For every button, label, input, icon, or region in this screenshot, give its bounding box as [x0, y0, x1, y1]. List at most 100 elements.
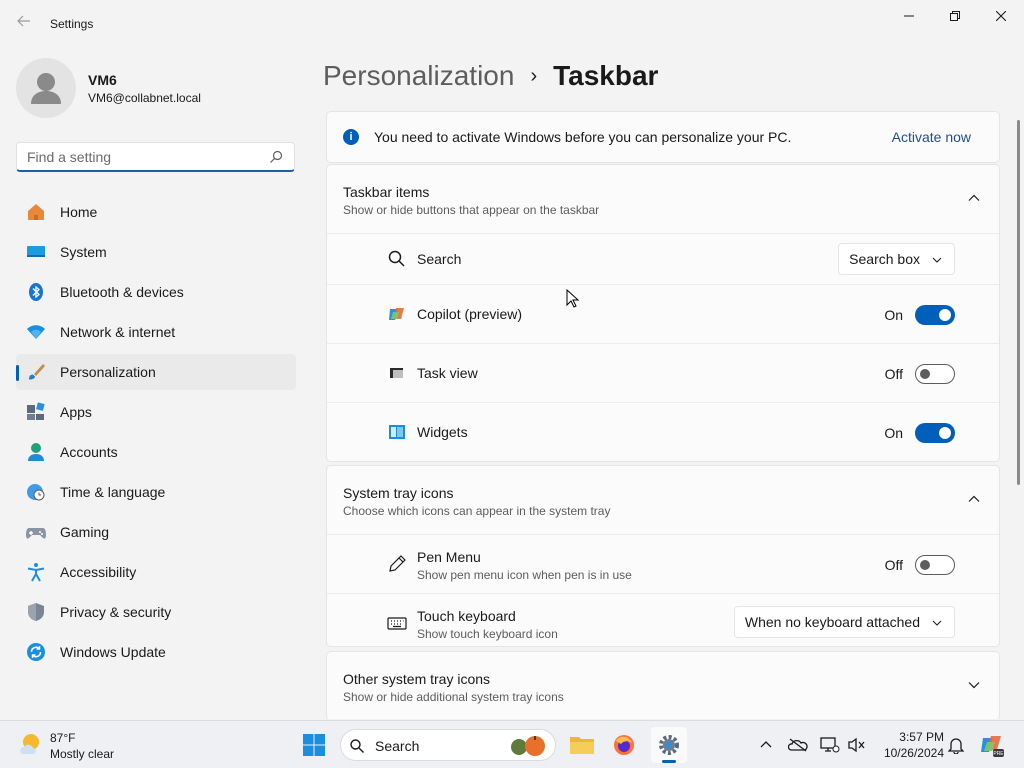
- sidebar-item-label: Privacy & security: [60, 604, 172, 620]
- widgets-toggle[interactable]: [915, 423, 955, 443]
- chevron-down-icon: [932, 257, 942, 263]
- sidebar-item-label: Apps: [60, 404, 92, 420]
- sidebar-item-label: Accounts: [60, 444, 118, 460]
- section-title: System tray icons: [343, 485, 454, 501]
- section-title: Other system tray icons: [343, 671, 491, 687]
- mouse-cursor-icon: [566, 289, 580, 308]
- sidebar-item-bluetooth[interactable]: Bluetooth & devices: [16, 274, 296, 310]
- sidebar-item-home[interactable]: Home: [16, 194, 296, 230]
- main-content: i You need to activate Windows before yo…: [326, 111, 1000, 719]
- pen-menu-toggle[interactable]: [915, 555, 955, 575]
- taskbar-items-header[interactable]: Taskbar items Show or hide buttons that …: [327, 165, 999, 233]
- back-arrow-icon[interactable]: [12, 12, 36, 36]
- system-tray-header[interactable]: System tray icons Choose which icons can…: [327, 466, 999, 534]
- maximize-button[interactable]: [932, 0, 978, 32]
- chevron-down-icon[interactable]: [967, 678, 981, 692]
- copilot-toggle[interactable]: [915, 305, 955, 325]
- search-row: Search Search box: [327, 233, 999, 284]
- accessibility-icon: [27, 563, 45, 582]
- sidebar-item-label: Personalization: [60, 364, 156, 380]
- system-icon: [27, 246, 45, 257]
- windows-logo-icon: [303, 734, 325, 756]
- toggle-state-text: Off: [884, 557, 903, 573]
- close-button[interactable]: [978, 0, 1024, 32]
- chevron-up-icon[interactable]: [967, 492, 981, 506]
- user-profile[interactable]: VM6 VM6@collabnet.local: [16, 56, 296, 120]
- chevron-up-icon[interactable]: [967, 191, 981, 205]
- widgets-label: Widgets: [417, 424, 468, 440]
- clock-date: 10/26/2024: [883, 746, 944, 760]
- sidebar-item-personalization[interactable]: Personalization: [16, 354, 296, 390]
- sidebar-item-windows-update[interactable]: Windows Update: [16, 634, 296, 670]
- pen-menu-label: Pen Menu: [417, 549, 481, 565]
- taskbar-search[interactable]: Search: [340, 729, 556, 761]
- minimize-button[interactable]: [886, 0, 932, 32]
- sidebar-item-system[interactable]: System: [16, 234, 296, 270]
- copilot-label: Copilot (preview): [417, 306, 523, 322]
- find-setting-search[interactable]: [16, 142, 295, 172]
- taskbar-clock[interactable]: 3:57 PM 10/26/2024: [872, 729, 944, 761]
- search-mode-dropdown[interactable]: Search box: [838, 243, 955, 275]
- sidebar-item-network[interactable]: Network & internet: [16, 314, 296, 350]
- sidebar-item-label: Bluetooth & devices: [60, 284, 184, 300]
- moon-cloud-icon: [20, 734, 39, 754]
- breadcrumb-parent[interactable]: Personalization: [323, 60, 514, 92]
- file-explorer-button[interactable]: [564, 727, 600, 763]
- title-bar: Settings: [0, 0, 1024, 48]
- sidebar-item-time-language[interactable]: Time & language: [16, 474, 296, 510]
- firefox-button[interactable]: [606, 727, 642, 763]
- notification-button[interactable]: [944, 733, 968, 757]
- touch-keyboard-row: Touch keyboard Show touch keyboard icon …: [327, 593, 999, 646]
- breadcrumb-separator: ›: [530, 64, 538, 87]
- copilot-taskbar-button[interactable]: PRE: [978, 731, 1006, 759]
- weather-widget[interactable]: 87°F Mostly clear: [16, 729, 136, 761]
- toggle-state-text: On: [884, 425, 903, 441]
- speaker-muted-icon: [848, 737, 865, 753]
- settings-taskbar-button[interactable]: [651, 727, 687, 763]
- pen-icon: [389, 555, 406, 572]
- sidebar-item-apps[interactable]: Apps: [16, 394, 296, 430]
- search-input[interactable]: [27, 148, 267, 166]
- gear-icon: [659, 735, 679, 755]
- start-button[interactable]: [296, 727, 332, 763]
- svg-text:PRE: PRE: [993, 751, 1004, 757]
- section-subtitle: Choose which icons can appear in the sys…: [343, 504, 611, 518]
- bluetooth-icon: [29, 283, 43, 301]
- task-view-label: Task view: [417, 365, 478, 381]
- user-email: VM6@collabnet.local: [88, 91, 201, 105]
- chevron-up-icon: [760, 741, 772, 748]
- activate-now-link[interactable]: Activate now: [892, 129, 971, 145]
- touch-keyboard-label: Touch keyboard: [417, 608, 516, 624]
- update-icon: [27, 643, 45, 661]
- sidebar-item-label: Time & language: [60, 484, 166, 500]
- toggle-state-text: On: [884, 307, 903, 323]
- accounts-icon: [28, 443, 44, 461]
- other-tray-header[interactable]: Other system tray icons Show or hide add…: [327, 652, 999, 719]
- sidebar-item-label: Windows Update: [60, 644, 166, 660]
- search-icon: [270, 150, 283, 163]
- scrollbar[interactable]: [1017, 120, 1020, 485]
- sidebar-nav: Home System Bluetooth & devices Network …: [16, 194, 296, 674]
- chevron-down-icon: [932, 620, 942, 626]
- volume-tray[interactable]: [844, 733, 868, 757]
- sidebar-item-gaming[interactable]: Gaming: [16, 514, 296, 550]
- sidebar-item-privacy[interactable]: Privacy & security: [16, 594, 296, 630]
- search-label: Search: [417, 251, 462, 267]
- activation-banner: i You need to activate Windows before yo…: [326, 111, 1000, 163]
- sidebar-item-accounts[interactable]: Accounts: [16, 434, 296, 470]
- show-hidden-icons-button[interactable]: [754, 733, 778, 757]
- search-highlight-icon: [511, 736, 545, 756]
- onedrive-tray[interactable]: [786, 733, 810, 757]
- touch-keyboard-dropdown[interactable]: When no keyboard attached: [733, 606, 955, 638]
- network-tray[interactable]: [818, 733, 842, 757]
- monitor-network-icon: [820, 737, 840, 753]
- bell-icon: [948, 738, 964, 754]
- task-view-toggle[interactable]: [915, 364, 955, 384]
- widgets-row: Widgets On: [327, 402, 999, 461]
- apps-icon: [27, 402, 45, 420]
- sidebar-item-accessibility[interactable]: Accessibility: [16, 554, 296, 590]
- search-icon: [350, 739, 364, 753]
- breadcrumb: Personalization › Taskbar: [323, 58, 658, 94]
- sidebar-item-label: Gaming: [60, 524, 110, 540]
- copilot-icon: [389, 308, 404, 320]
